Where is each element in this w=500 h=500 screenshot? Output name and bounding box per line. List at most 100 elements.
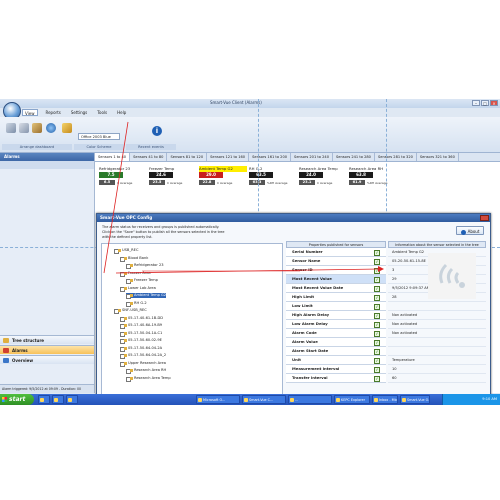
property-checkbox[interactable]: ✓ xyxy=(374,304,380,310)
recent-events-info-icon[interactable]: i xyxy=(152,126,162,136)
tree-node-selected[interactable]: Ambient Temp G2 xyxy=(126,293,167,299)
sensor-tile[interactable]: Research Area RH 63.8 61.9 %RH Average xyxy=(349,166,397,185)
tree-node[interactable]: Freezer Area xyxy=(120,271,151,277)
sensor-tile[interactable]: Refridgerator 23 7.5 6.5 C Average xyxy=(99,166,147,185)
property-checkbox[interactable]: ✓ xyxy=(374,259,380,265)
tab-sensors-161-200[interactable]: Sensors 161 to 200 xyxy=(249,153,292,161)
color-scheme-icon[interactable] xyxy=(62,123,72,133)
property-row[interactable]: Low Alarm Delay ✓ xyxy=(286,320,386,329)
property-checkbox[interactable]: ✓ xyxy=(374,340,380,346)
taskbar-button[interactable] xyxy=(66,395,78,404)
start-button[interactable]: start xyxy=(0,394,34,405)
sensor-tile[interactable]: Research Area Temp 24.0 23.1 C Average xyxy=(299,166,347,185)
tab-sensors-201-240[interactable]: Sensors 201 to 240 xyxy=(291,153,333,161)
property-checkbox[interactable]: ✓ xyxy=(374,358,380,364)
tree-node[interactable]: 05-17-40-61-1B-DD xyxy=(120,316,163,322)
tree-node[interactable]: Freezer Temp xyxy=(126,278,158,284)
property-checkbox[interactable]: ✓ xyxy=(374,322,380,328)
arrange-tool-icon[interactable] xyxy=(6,123,16,133)
tree-node[interactable]: SNF-USB_REC xyxy=(114,308,147,314)
nav-tree-structure[interactable]: Tree structure xyxy=(0,335,94,344)
edit-tool-icon[interactable] xyxy=(19,123,29,133)
property-row[interactable]: Sensor ID ✓ xyxy=(286,266,386,275)
taskbar-button[interactable]: ... xyxy=(288,395,332,404)
sensor-value: 29.0 xyxy=(199,172,223,178)
tree-node[interactable]: Lower Lab Area xyxy=(120,286,156,292)
globe-icon[interactable] xyxy=(46,123,56,133)
tree-node[interactable]: Refridgerator 23 xyxy=(126,263,164,269)
tree-node[interactable]: 05-17-50-60-02-9E xyxy=(120,338,162,344)
sensor-tile[interactable]: RH G-2 63.5 63.3 %RH Average xyxy=(249,166,297,185)
taskbar-button[interactable] xyxy=(52,395,64,404)
property-checkbox[interactable]: ✓ xyxy=(374,277,380,283)
menu-reports[interactable]: Reports xyxy=(44,109,63,116)
property-row[interactable]: Alarm Value ✓ xyxy=(286,338,386,347)
about-button[interactable]: About xyxy=(456,226,484,235)
property-label: Sensor Name xyxy=(292,258,321,263)
property-checkbox[interactable]: ✓ xyxy=(374,331,380,337)
color-scheme-select[interactable]: Office 2003 Blue xyxy=(78,133,120,140)
taskbar-button[interactable]: Inbox - Micr... xyxy=(372,395,398,404)
tree-node-label: USB_REC xyxy=(122,248,139,252)
tab-sensors-321-360[interactable]: Sensors 321 to 360 xyxy=(417,153,459,161)
property-row[interactable]: Measurement interval ✓ xyxy=(286,365,386,374)
tree-node[interactable]: Research Area Temp xyxy=(126,376,171,382)
taskbar-button[interactable] xyxy=(38,395,50,404)
tree-node[interactable]: RH G-2 xyxy=(126,301,147,307)
taskbar-button[interactable]: Microsoft O... xyxy=(196,395,240,404)
tab-sensors-121-160[interactable]: Sensors 121 to 160 xyxy=(207,153,250,161)
property-checkbox[interactable]: ✓ xyxy=(374,286,380,292)
property-row[interactable]: Most Recent Value ✓ xyxy=(286,275,386,284)
property-row[interactable]: Alarm Code ✓ xyxy=(286,329,386,338)
tree-node[interactable]: USB_REC xyxy=(114,248,139,254)
property-checkbox[interactable]: ✓ xyxy=(374,313,380,319)
sensor-icon xyxy=(130,294,133,297)
sensor-tile-selected[interactable]: Ambient Temp G2 29.0 22.8 C Average xyxy=(199,166,247,185)
property-row[interactable]: Unit ✓ xyxy=(286,356,386,365)
tree-node[interactable]: 05-17-40-6A-19-B9 xyxy=(120,323,162,329)
minimize-button[interactable]: – xyxy=(472,100,480,106)
property-row[interactable]: High Limit ✓ xyxy=(286,293,386,302)
tab-sensors-41-80[interactable]: Sensors 41 to 80 xyxy=(130,153,168,161)
menu-settings[interactable]: Settings xyxy=(69,109,89,116)
property-row[interactable]: Low Limit ✓ xyxy=(286,302,386,311)
property-row[interactable]: Transfer interval ✓ xyxy=(286,374,386,383)
layout-tool-icon[interactable] xyxy=(32,123,42,133)
property-checkbox[interactable]: ✓ xyxy=(374,268,380,274)
dialog-close-button[interactable] xyxy=(480,215,489,221)
nav-overview[interactable]: Overview xyxy=(0,355,94,364)
property-checkbox[interactable]: ✓ xyxy=(374,295,380,301)
sensor-tile[interactable]: Freezer Temp 24.6 23.5 C Average xyxy=(149,166,197,185)
menu-view[interactable]: View xyxy=(22,109,38,116)
property-row[interactable]: Alarm Start Date ✓ xyxy=(286,347,386,356)
tree-node[interactable]: Blood Bank xyxy=(120,256,148,262)
system-tray: 9:10 AM xyxy=(442,394,500,405)
taskbar-button[interactable]: Smart-Vue C... xyxy=(242,395,286,404)
tab-sensors-281-320[interactable]: Sensors 281 to 320 xyxy=(375,153,417,161)
tree-node[interactable]: Upper Research Area xyxy=(120,361,166,367)
property-row[interactable]: Most Recent Value Date ✓ xyxy=(286,284,386,293)
nav-alarms[interactable]: Alarms xyxy=(0,345,94,354)
tree-node[interactable]: 05-17-50-64-04-2A_2 xyxy=(120,353,166,359)
sensor-value: 24.0 xyxy=(299,172,323,178)
tab-sensors-241-280[interactable]: Sensors 241 to 280 xyxy=(333,153,375,161)
taskbar-button[interactable]: Smart-Vue O... xyxy=(400,395,430,404)
property-checkbox[interactable]: ✓ xyxy=(374,250,380,256)
tree-node[interactable]: 05-17-50-04-1A-C1 xyxy=(120,331,162,337)
property-checkbox[interactable]: ✓ xyxy=(374,367,380,373)
tab-sensors-1-40[interactable]: Sensors 1 to 40 xyxy=(95,153,131,161)
property-row[interactable]: High Alarm Delay ✓ xyxy=(286,311,386,320)
property-checkbox[interactable]: ✓ xyxy=(374,349,380,355)
property-row[interactable]: Serial Number ✓ xyxy=(286,248,386,257)
tree-node[interactable]: 05-17-50-64-04-2A xyxy=(120,346,162,352)
menu-help[interactable]: Help xyxy=(115,109,128,116)
taskbar-button[interactable]: KEPC Explorer xyxy=(334,395,370,404)
property-checkbox[interactable]: ✓ xyxy=(374,376,380,382)
tree-node[interactable]: Research Area RH xyxy=(126,368,166,374)
close-button[interactable]: × xyxy=(490,100,498,106)
property-row[interactable]: Sensor Name ✓ xyxy=(286,257,386,266)
property-label: Alarm Code xyxy=(292,330,317,335)
menu-tools[interactable]: Tools xyxy=(95,109,109,116)
maximize-button[interactable]: □ xyxy=(481,100,489,106)
tab-sensors-81-120[interactable]: Sensors 81 to 120 xyxy=(167,153,208,161)
